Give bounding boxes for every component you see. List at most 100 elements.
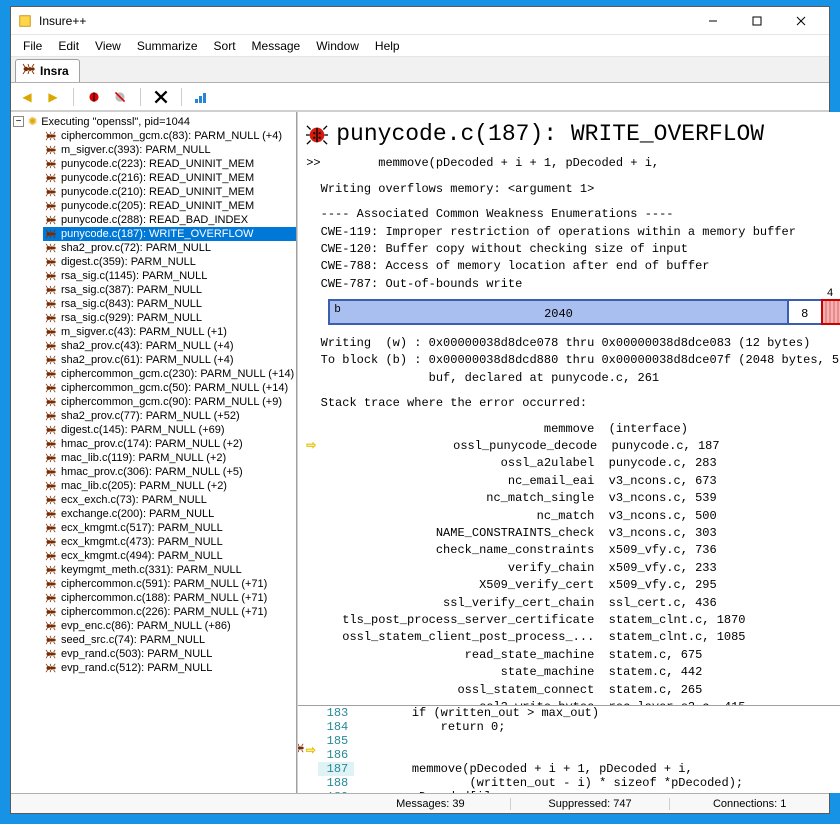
tree-item[interactable]: hmac_prov.c(306): PARM_NULL (+5) (43, 465, 296, 479)
tree-item[interactable]: rsa_sig.c(929): PARM_NULL (43, 311, 296, 325)
stack-frame[interactable]: nc_email_eai v3_ncons.c, 673 (306, 473, 840, 490)
ant-icon (45, 467, 57, 477)
code-line[interactable]: 183 if (written_out > max_out) (318, 706, 840, 720)
tree-item[interactable]: ecx_kmgmt.c(473): PARM_NULL (43, 535, 296, 549)
tree-item[interactable]: ciphercommon.c(188): PARM_NULL (+71) (43, 591, 296, 605)
collapse-icon[interactable]: − (13, 116, 24, 127)
tree-item[interactable]: rsa_sig.c(1145): PARM_NULL (43, 269, 296, 283)
code-text: memmove(pDecoded + i + 1, pDecoded + i, (354, 762, 692, 776)
detail-view[interactable]: punycode.c(187): WRITE_OVERFLOW >> memmo… (298, 112, 840, 705)
error-tree[interactable]: − ✺ Executing "openssl", pid=1044 cipher… (11, 112, 296, 793)
menu-view[interactable]: View (87, 37, 129, 55)
status-suppressed: Suppressed: 747 (511, 798, 671, 810)
tree-item[interactable]: ciphercommon.c(591): PARM_NULL (+71) (43, 577, 296, 591)
tree-item[interactable]: ecx_kmgmt.c(517): PARM_NULL (43, 521, 296, 535)
tree-item[interactable]: evp_rand.c(512): PARM_NULL (43, 661, 296, 675)
tree-item[interactable]: evp_enc.c(86): PARM_NULL (+86) (43, 619, 296, 633)
stack-frame[interactable]: check_name_constraints x509_vfy.c, 736 (306, 542, 840, 559)
tree-root[interactable]: − ✺ Executing "openssl", pid=1044 (13, 114, 296, 129)
tree-item[interactable]: digest.c(359): PARM_NULL (43, 255, 296, 269)
tree-item[interactable]: punycode.c(288): READ_BAD_INDEX (43, 213, 296, 227)
menu-help[interactable]: Help (367, 37, 408, 55)
tree-item[interactable]: sha2_prov.c(77): PARM_NULL (+52) (43, 409, 296, 423)
ant-icon (45, 551, 57, 561)
ant-icon (45, 383, 57, 393)
tree-item[interactable]: rsa_sig.c(387): PARM_NULL (43, 283, 296, 297)
bug-grey-icon[interactable] (110, 87, 130, 107)
code-text: if (written_out > max_out) (354, 706, 599, 720)
code-line[interactable]: 188 (written_out - i) * sizeof *pDecoded… (318, 776, 840, 790)
graph-icon[interactable] (192, 87, 212, 107)
tree-item-label: mac_lib.c(119): PARM_NULL (+2) (61, 452, 226, 464)
tree-item[interactable]: punycode.c(205): READ_UNINIT_MEM (43, 199, 296, 213)
tree-item-label: ecx_kmgmt.c(473): PARM_NULL (61, 536, 223, 548)
menu-edit[interactable]: Edit (50, 37, 87, 55)
tree-item[interactable]: ecx_kmgmt.c(494): PARM_NULL (43, 549, 296, 563)
tree-item[interactable]: evp_rand.c(503): PARM_NULL (43, 647, 296, 661)
tree-item[interactable]: ciphercommon_gcm.c(50): PARM_NULL (+14) (43, 381, 296, 395)
tree-item[interactable]: hmac_prov.c(174): PARM_NULL (+2) (43, 437, 296, 451)
title-bar[interactable]: Insure++ (11, 7, 829, 35)
nav-forward-icon[interactable]: ▶ (43, 87, 63, 107)
tree-item[interactable]: digest.c(145): PARM_NULL (+69) (43, 423, 296, 437)
close-button[interactable] (779, 7, 823, 35)
menu-file[interactable]: File (15, 37, 50, 55)
tab-insra[interactable]: Insra (15, 59, 80, 82)
tree-item[interactable]: ecx_exch.c(73): PARM_NULL (43, 493, 296, 507)
tree-item[interactable]: seed_src.c(74): PARM_NULL (43, 633, 296, 647)
overflow-line: Writing overflows memory: <argument 1> (306, 181, 840, 198)
stack-frame[interactable]: nc_match v3_ncons.c, 500 (306, 508, 840, 525)
stack-frame[interactable]: state_machine statem.c, 442 (306, 664, 840, 681)
ant-icon (45, 159, 57, 169)
menu-summarize[interactable]: Summarize (129, 37, 206, 55)
code-line[interactable]: 184 return 0; (318, 720, 840, 734)
stack-frame[interactable]: NAME_CONSTRAINTS_check v3_ncons.c, 303 (306, 525, 840, 542)
nav-back-icon[interactable]: ◀ (17, 87, 37, 107)
code-line[interactable]: 185 (318, 734, 840, 748)
tree-item[interactable]: mac_lib.c(205): PARM_NULL (+2) (43, 479, 296, 493)
tree-item[interactable]: keymgmt_meth.c(331): PARM_NULL (43, 563, 296, 577)
stack-frame[interactable]: memmove (interface) (306, 421, 840, 438)
tree-item[interactable]: ciphercommon_gcm.c(230): PARM_NULL (+14) (43, 367, 296, 381)
maximize-button[interactable] (735, 7, 779, 35)
code-line[interactable]: 187 memmove(pDecoded + i + 1, pDecoded +… (318, 762, 840, 776)
code-line[interactable]: 186 (318, 748, 840, 762)
line-number: 185 (318, 734, 354, 748)
stack-frame[interactable]: ⇨ ossl_punycode_decode punycode.c, 187 (306, 438, 840, 455)
tree-item[interactable]: m_sigver.c(393): PARM_NULL (43, 143, 296, 157)
tree-item[interactable]: mac_lib.c(119): PARM_NULL (+2) (43, 451, 296, 465)
tree-item[interactable]: ciphercommon.c(226): PARM_NULL (+71) (43, 605, 296, 619)
menu-sort[interactable]: Sort (206, 37, 244, 55)
menu-message[interactable]: Message (244, 37, 309, 55)
tree-item[interactable]: ciphercommon_gcm.c(90): PARM_NULL (+9) (43, 395, 296, 409)
tree-item[interactable]: punycode.c(187): WRITE_OVERFLOW (43, 227, 296, 241)
tree-item[interactable]: ciphercommon_gcm.c(83): PARM_NULL (+4) (43, 129, 296, 143)
tree-item-label: m_sigver.c(43): PARM_NULL (+1) (61, 326, 227, 338)
stack-frame[interactable]: tls_post_process_server_certificate stat… (306, 612, 840, 629)
tree-item[interactable]: m_sigver.c(43): PARM_NULL (+1) (43, 325, 296, 339)
tree-item[interactable]: exchange.c(200): PARM_NULL (43, 507, 296, 521)
stack-frame[interactable]: nc_match_single v3_ncons.c, 539 (306, 490, 840, 507)
tree-item[interactable]: rsa_sig.c(843): PARM_NULL (43, 297, 296, 311)
tree-item[interactable]: sha2_prov.c(43): PARM_NULL (+4) (43, 339, 296, 353)
bug-red-icon[interactable] (84, 87, 104, 107)
tree-item[interactable]: punycode.c(210): READ_UNINIT_MEM (43, 185, 296, 199)
stack-frame[interactable]: ossl_statem_connect statem.c, 265 (306, 682, 840, 699)
cwe-line: CWE-120: Buffer copy without checking si… (306, 241, 840, 258)
buf-size: 2040 (544, 306, 573, 323)
menu-window[interactable]: Window (308, 37, 367, 55)
stack-frame[interactable]: X509_verify_cert x509_vfy.c, 295 (306, 577, 840, 594)
stack-frame[interactable]: read_state_machine statem.c, 675 (306, 647, 840, 664)
stack-frame[interactable]: ossl_a2ulabel punycode.c, 283 (306, 455, 840, 472)
tree-item[interactable]: sha2_prov.c(61): PARM_NULL (+4) (43, 353, 296, 367)
minimize-button[interactable] (691, 7, 735, 35)
stack-frame[interactable]: ossl_statem_client_post_process_... stat… (306, 629, 840, 646)
tree-item[interactable]: sha2_prov.c(72): PARM_NULL (43, 241, 296, 255)
tree-item[interactable]: punycode.c(216): READ_UNINIT_MEM (43, 171, 296, 185)
stack-frame[interactable]: verify_chain x509_vfy.c, 233 (306, 560, 840, 577)
stack-frame[interactable]: ssl_verify_cert_chain ssl_cert.c, 436 (306, 595, 840, 612)
status-messages: Messages: 39 (351, 798, 511, 810)
source-view[interactable]: ⇨ 183 if (written_out > max_out)184 retu… (298, 705, 840, 793)
tree-item[interactable]: punycode.c(223): READ_UNINIT_MEM (43, 157, 296, 171)
x-red-icon[interactable] (151, 87, 171, 107)
